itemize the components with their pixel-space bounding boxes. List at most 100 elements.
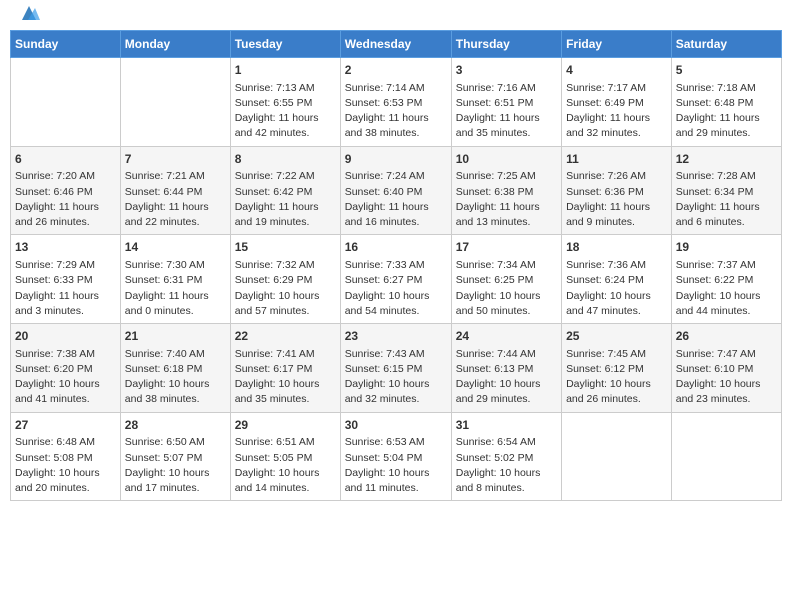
cell-line: Sunset: 6:12 PM (566, 362, 667, 377)
cell-line: Daylight: 10 hours and 50 minutes. (456, 289, 557, 319)
cell-line: Daylight: 10 hours and 8 minutes. (456, 466, 557, 496)
cell-line: Daylight: 10 hours and 11 minutes. (345, 466, 447, 496)
calendar-week-row: 13Sunrise: 7:29 AMSunset: 6:33 PMDayligh… (11, 235, 782, 324)
cell-content: Sunrise: 7:40 AMSunset: 6:18 PMDaylight:… (125, 347, 226, 408)
day-number: 26 (676, 328, 777, 345)
cell-line: Sunset: 5:07 PM (125, 451, 226, 466)
cell-line: Sunset: 6:13 PM (456, 362, 557, 377)
day-number: 28 (125, 417, 226, 434)
cell-content: Sunrise: 7:44 AMSunset: 6:13 PMDaylight:… (456, 347, 557, 408)
day-number: 3 (456, 62, 557, 79)
cell-content: Sunrise: 7:37 AMSunset: 6:22 PMDaylight:… (676, 258, 777, 319)
day-number: 1 (235, 62, 336, 79)
day-number: 4 (566, 62, 667, 79)
cell-line: Sunset: 6:53 PM (345, 96, 447, 111)
cell-line: Daylight: 10 hours and 17 minutes. (125, 466, 226, 496)
cell-content: Sunrise: 7:29 AMSunset: 6:33 PMDaylight:… (15, 258, 116, 319)
cell-line: Sunset: 6:38 PM (456, 185, 557, 200)
cell-line: Sunrise: 7:47 AM (676, 347, 777, 362)
cell-line: Sunset: 6:17 PM (235, 362, 336, 377)
cell-line: Daylight: 10 hours and 29 minutes. (456, 377, 557, 407)
calendar-cell (562, 412, 672, 501)
calendar-cell: 30Sunrise: 6:53 AMSunset: 5:04 PMDayligh… (340, 412, 451, 501)
cell-content: Sunrise: 7:20 AMSunset: 6:46 PMDaylight:… (15, 169, 116, 230)
calendar-cell: 18Sunrise: 7:36 AMSunset: 6:24 PMDayligh… (562, 235, 672, 324)
cell-line: Sunset: 6:10 PM (676, 362, 777, 377)
cell-content: Sunrise: 7:16 AMSunset: 6:51 PMDaylight:… (456, 81, 557, 142)
cell-line: Sunrise: 7:45 AM (566, 347, 667, 362)
cell-line: Daylight: 11 hours and 9 minutes. (566, 200, 667, 230)
cell-content: Sunrise: 7:18 AMSunset: 6:48 PMDaylight:… (676, 81, 777, 142)
logo (14, 10, 40, 24)
cell-line: Sunset: 6:31 PM (125, 273, 226, 288)
cell-line: Daylight: 11 hours and 29 minutes. (676, 111, 777, 141)
cell-line: Sunset: 6:34 PM (676, 185, 777, 200)
day-number: 23 (345, 328, 447, 345)
cell-line: Sunset: 6:36 PM (566, 185, 667, 200)
cell-line: Sunrise: 7:38 AM (15, 347, 116, 362)
cell-line: Sunrise: 7:29 AM (15, 258, 116, 273)
cell-line: Daylight: 10 hours and 47 minutes. (566, 289, 667, 319)
cell-content: Sunrise: 7:45 AMSunset: 6:12 PMDaylight:… (566, 347, 667, 408)
cell-content: Sunrise: 7:34 AMSunset: 6:25 PMDaylight:… (456, 258, 557, 319)
cell-line: Daylight: 10 hours and 54 minutes. (345, 289, 447, 319)
cell-line: Daylight: 10 hours and 38 minutes. (125, 377, 226, 407)
cell-content: Sunrise: 7:43 AMSunset: 6:15 PMDaylight:… (345, 347, 447, 408)
col-header-thursday: Thursday (451, 31, 561, 58)
cell-line: Daylight: 10 hours and 35 minutes. (235, 377, 336, 407)
cell-line: Daylight: 11 hours and 19 minutes. (235, 200, 336, 230)
day-number: 2 (345, 62, 447, 79)
day-number: 21 (125, 328, 226, 345)
calendar-cell: 31Sunrise: 6:54 AMSunset: 5:02 PMDayligh… (451, 412, 561, 501)
calendar-cell: 5Sunrise: 7:18 AMSunset: 6:48 PMDaylight… (671, 58, 781, 147)
cell-content: Sunrise: 7:32 AMSunset: 6:29 PMDaylight:… (235, 258, 336, 319)
calendar-cell: 21 Sunrise: 7:40 AMSunset: 6:18 PMDayligh… (120, 324, 230, 413)
day-number: 9 (345, 151, 447, 168)
cell-line: Sunset: 5:05 PM (235, 451, 336, 466)
cell-line: Sunrise: 7:37 AM (676, 258, 777, 273)
calendar-cell (11, 58, 121, 147)
cell-content: Sunrise: 7:28 AMSunset: 6:34 PMDaylight:… (676, 169, 777, 230)
calendar-cell: 9Sunrise: 7:24 AMSunset: 6:40 PMDaylight… (340, 146, 451, 235)
cell-line: Sunset: 6:20 PM (15, 362, 116, 377)
cell-line: Sunrise: 6:51 AM (235, 435, 336, 450)
calendar-cell: 22Sunrise: 7:41 AMSunset: 6:17 PMDayligh… (230, 324, 340, 413)
cell-line: Sunset: 6:18 PM (125, 362, 226, 377)
cell-content: Sunrise: 7:47 AMSunset: 6:10 PMDaylight:… (676, 347, 777, 408)
cell-line: Daylight: 11 hours and 0 minutes. (125, 289, 226, 319)
day-number: 6 (15, 151, 116, 168)
calendar-header-row: SundayMondayTuesdayWednesdayThursdayFrid… (11, 31, 782, 58)
cell-line: Sunset: 6:27 PM (345, 273, 447, 288)
cell-line: Sunrise: 7:44 AM (456, 347, 557, 362)
day-number: 29 (235, 417, 336, 434)
cell-line: Sunrise: 7:28 AM (676, 169, 777, 184)
day-number: 31 (456, 417, 557, 434)
cell-content: Sunrise: 7:24 AMSunset: 6:40 PMDaylight:… (345, 169, 447, 230)
calendar-cell: 6Sunrise: 7:20 AMSunset: 6:46 PMDaylight… (11, 146, 121, 235)
cell-content: Sunrise: 6:53 AMSunset: 5:04 PMDaylight:… (345, 435, 447, 496)
cell-line: Sunrise: 6:48 AM (15, 435, 116, 450)
cell-line: Daylight: 11 hours and 32 minutes. (566, 111, 667, 141)
calendar-cell: 19Sunrise: 7:37 AMSunset: 6:22 PMDayligh… (671, 235, 781, 324)
cell-line: Sunset: 6:33 PM (15, 273, 116, 288)
cell-line: Daylight: 11 hours and 26 minutes. (15, 200, 116, 230)
cell-line: Daylight: 11 hours and 38 minutes. (345, 111, 447, 141)
cell-line: Sunset: 5:02 PM (456, 451, 557, 466)
day-number: 13 (15, 239, 116, 256)
cell-line: Daylight: 10 hours and 23 minutes. (676, 377, 777, 407)
cell-line: Daylight: 10 hours and 32 minutes. (345, 377, 447, 407)
calendar-cell: 29Sunrise: 6:51 AMSunset: 5:05 PMDayligh… (230, 412, 340, 501)
cell-content: Sunrise: 6:54 AMSunset: 5:02 PMDaylight:… (456, 435, 557, 496)
day-number: 18 (566, 239, 667, 256)
logo-icon (18, 2, 40, 24)
day-number: 16 (345, 239, 447, 256)
day-number: 11 (566, 151, 667, 168)
day-number: 10 (456, 151, 557, 168)
cell-line: Sunset: 6:48 PM (676, 96, 777, 111)
cell-content: Sunrise: 6:51 AMSunset: 5:05 PMDaylight:… (235, 435, 336, 496)
day-number: 30 (345, 417, 447, 434)
cell-line: Daylight: 11 hours and 22 minutes. (125, 200, 226, 230)
cell-line: Sunrise: 7:40 AM (125, 347, 226, 362)
cell-content: Sunrise: 7:14 AMSunset: 6:53 PMDaylight:… (345, 81, 447, 142)
cell-line: Sunrise: 7:43 AM (345, 347, 447, 362)
